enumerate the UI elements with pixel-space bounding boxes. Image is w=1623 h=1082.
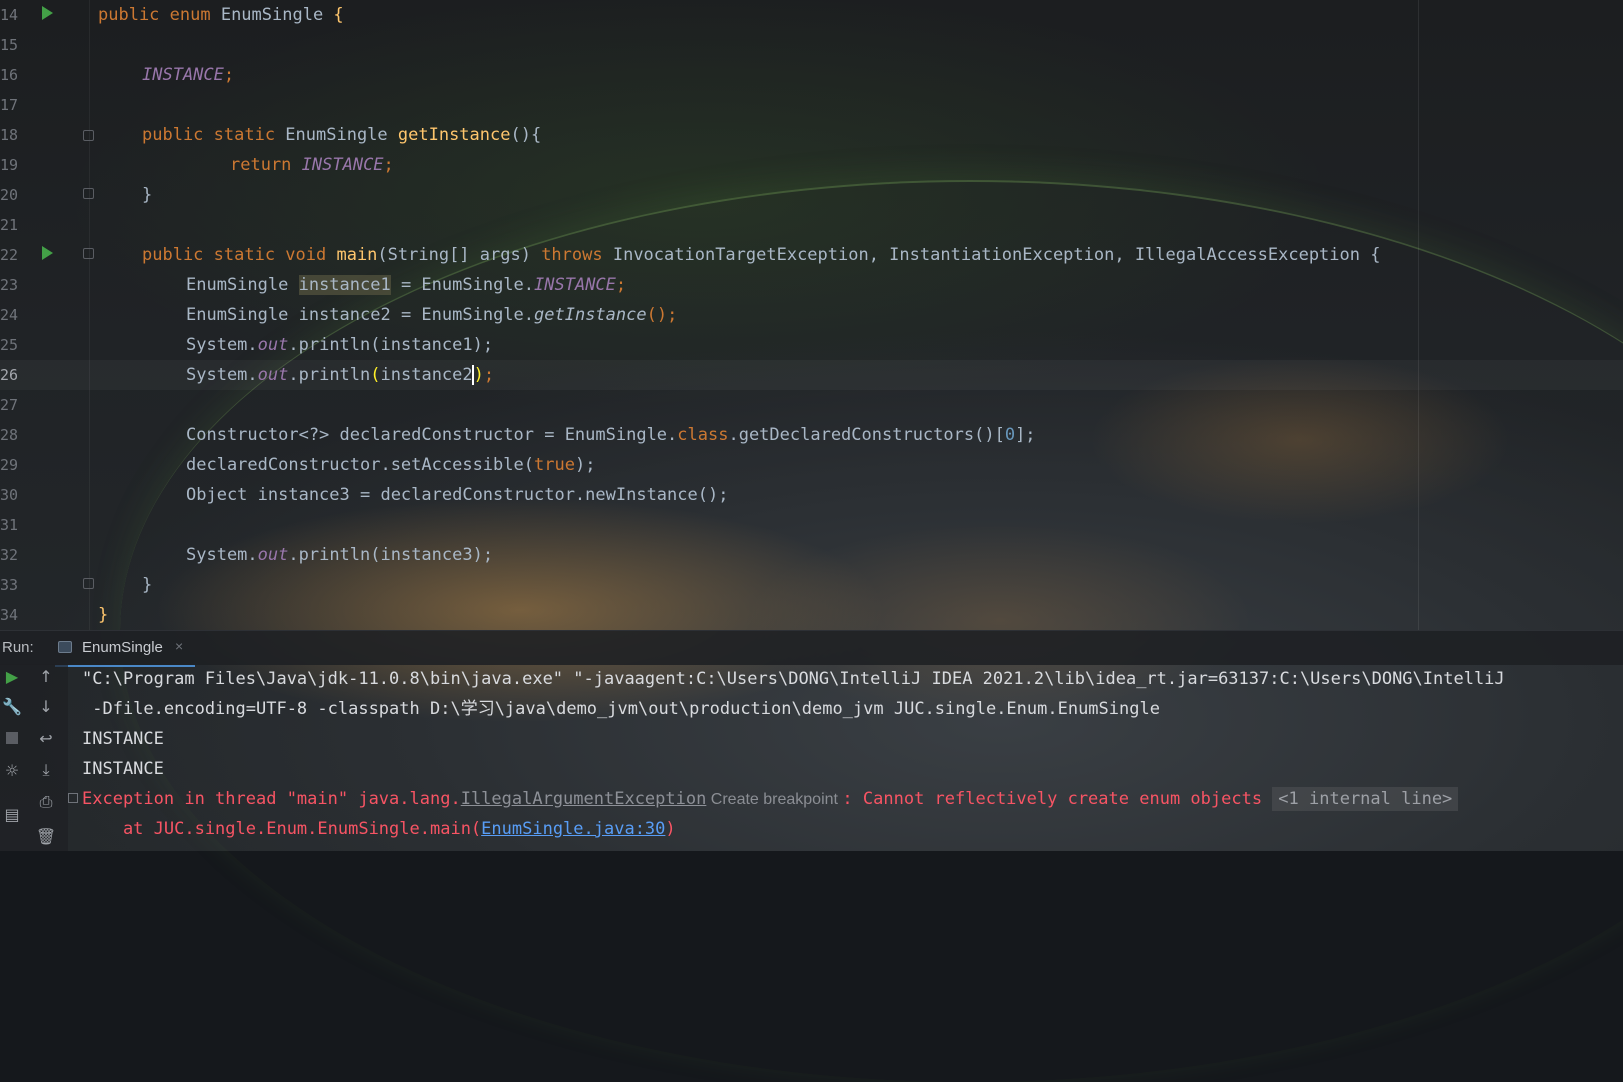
source-link[interactable]: EnumSingle.java:30 <box>481 819 665 839</box>
console-line: "C:\Program Files\Java\jdk-11.0.8\bin\ja… <box>82 669 1505 689</box>
trash-icon[interactable]: 🗑 <box>34 824 58 848</box>
soft-wrap-icon[interactable]: ↩ <box>34 726 58 750</box>
code-text: } <box>142 575 153 595</box>
code-text: EnumSingle instance2 = EnumSingle.getIns… <box>186 305 678 325</box>
code-text: } <box>98 605 109 625</box>
run-toolbar: ▶ ↑ 🔧 ↓ ↩ ☼ ⤓ ⎙ ▤ 🗑 <box>0 664 68 851</box>
line-number: 28 <box>0 426 19 444</box>
fold-icon[interactable] <box>83 248 94 259</box>
line-number: 18 <box>0 126 19 144</box>
tab-label: EnumSingle <box>82 639 163 656</box>
line-number: 22 <box>0 246 19 264</box>
expand-icon[interactable] <box>68 793 78 803</box>
console-output[interactable]: "C:\Program Files\Java\jdk-11.0.8\bin\ja… <box>0 664 1623 851</box>
close-icon[interactable]: × <box>175 638 183 654</box>
line-number: 24 <box>0 306 19 324</box>
fold-icon[interactable] <box>83 188 94 199</box>
code-editor[interactable]: 14 15 16 17 18 19 20 21 22 23 24 25 26 2… <box>0 0 1623 630</box>
console-line: -Dfile.encoding=UTF-8 -classpath D:\学习\j… <box>82 699 1160 719</box>
code-line-15[interactable]: 15 <box>0 30 1623 60</box>
code-line-31[interactable]: 31 <box>0 510 1623 540</box>
exception-link[interactable]: IllegalArgumentException <box>461 789 707 809</box>
code-text-current: System.out.println(instance2); <box>186 365 495 385</box>
line-number: 30 <box>0 486 19 504</box>
run-main-icon[interactable] <box>42 246 53 260</box>
line-number: 25 <box>0 336 19 354</box>
line-number: 16 <box>0 66 19 84</box>
create-breakpoint-link[interactable]: Create breakpoint <box>706 791 842 808</box>
code-line-17[interactable]: 17 <box>0 90 1623 120</box>
internal-lines-fold[interactable]: <1 internal line> <box>1272 787 1459 811</box>
line-number: 21 <box>0 216 19 234</box>
code-line-34[interactable]: 34 <box>0 600 1623 630</box>
code-text: System.out.println(instance3); <box>186 545 494 565</box>
layout-icon[interactable]: ▤ <box>0 802 24 826</box>
stop-icon[interactable] <box>0 726 24 750</box>
line-number: 29 <box>0 456 19 474</box>
fold-icon[interactable] <box>83 578 94 589</box>
code-text: INSTANCE; <box>142 65 235 85</box>
line-number: 34 <box>0 606 19 624</box>
code-line-20[interactable]: 20 <box>0 180 1623 210</box>
code-text: public static void main(String[] args) t… <box>142 245 1381 265</box>
line-number: 23 <box>0 276 19 294</box>
console-line: INSTANCE <box>82 729 164 749</box>
line-number: 26 <box>0 366 19 384</box>
code-line-21[interactable]: 21 <box>0 210 1623 240</box>
line-number: 31 <box>0 516 19 534</box>
print-icon[interactable]: ⎙ <box>34 790 58 814</box>
line-number: 14 <box>0 6 19 24</box>
code-text: Object instance3 = declaredConstructor.n… <box>186 485 729 505</box>
scroll-to-end-icon[interactable]: ⤓ <box>34 758 58 782</box>
code-line-16[interactable]: 16 <box>0 60 1623 90</box>
code-text: } <box>142 185 153 205</box>
console-error-line: Exception in thread "main" java.lang.Ill… <box>82 784 1459 815</box>
tab-enumsingle[interactable]: EnumSingle × <box>55 631 195 667</box>
code-line-27[interactable]: 27 <box>0 390 1623 420</box>
code-text: return INSTANCE; <box>230 155 394 175</box>
line-number: 15 <box>0 36 19 54</box>
fold-icon[interactable] <box>83 130 94 141</box>
arrow-down-icon[interactable]: ↓ <box>34 694 58 718</box>
run-class-icon[interactable] <box>42 6 53 20</box>
console-icon <box>58 641 72 653</box>
wrench-icon[interactable]: 🔧 <box>0 694 24 718</box>
arrow-up-icon[interactable]: ↑ <box>34 664 58 688</box>
line-number: 27 <box>0 396 19 414</box>
console-trace-line: at JUC.single.Enum.EnumSingle.main(EnumS… <box>82 819 676 839</box>
code-text: EnumSingle instance1 = EnumSingle.INSTAN… <box>186 275 627 295</box>
line-number: 33 <box>0 576 19 594</box>
line-number: 20 <box>0 186 19 204</box>
code-text: System.out.println(instance1); <box>186 335 494 355</box>
console-line: INSTANCE <box>82 759 164 779</box>
rerun-icon[interactable]: ▶ <box>0 664 24 688</box>
line-number: 17 <box>0 96 19 114</box>
code-line-33[interactable]: 33 <box>0 570 1623 600</box>
line-number: 32 <box>0 546 19 564</box>
line-number: 19 <box>0 156 19 174</box>
debug-icon[interactable]: ☼ <box>0 758 24 782</box>
code-text: public static EnumSingle getInstance(){ <box>142 125 542 145</box>
run-label: Run: <box>2 639 34 656</box>
code-text: public enum EnumSingle { <box>98 5 344 25</box>
run-panel-header: Run: EnumSingle × <box>0 630 1623 667</box>
code-text: Constructor<?> declaredConstructor = Enu… <box>186 425 1036 445</box>
code-text: declaredConstructor.setAccessible(true); <box>186 455 596 475</box>
